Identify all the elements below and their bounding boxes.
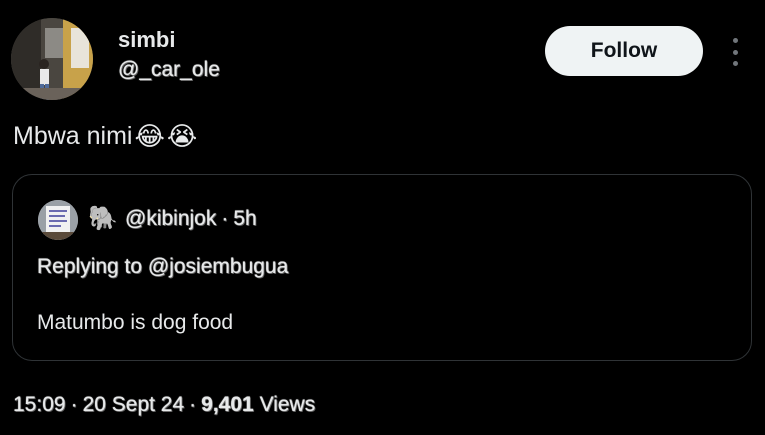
- quoted-time: 5h: [233, 207, 257, 230]
- author-handle[interactable]: @_car_ole: [118, 58, 220, 82]
- elephant-emoji: 🐘: [88, 204, 118, 232]
- tweet-date[interactable]: 20 Sept 24: [83, 393, 185, 416]
- replying-to[interactable]: Replying to @josiembugua: [37, 255, 288, 279]
- quoted-tweet[interactable]: 🐘 @kibinjok · 5h Replying to @josiembugua …: [12, 174, 752, 361]
- quoted-author-avatar[interactable]: [38, 200, 78, 240]
- author-avatar[interactable]: [11, 18, 93, 100]
- views-label: Views: [259, 393, 316, 416]
- laughing-emoji: 😂: [134, 121, 165, 152]
- dot-separator: ·: [221, 207, 229, 230]
- crying-emoji: 😭: [166, 121, 198, 152]
- quoted-author-line: @kibinjok · 5h: [125, 207, 257, 231]
- quoted-author-handle[interactable]: @kibinjok: [125, 207, 216, 230]
- tweet-body: Mbwa nimi: [13, 122, 133, 150]
- quoted-avatar-photo-icon: [38, 200, 78, 240]
- author-name[interactable]: simbi: [118, 27, 175, 53]
- meta-separator: ·: [70, 393, 78, 416]
- avatar-photo-icon: [11, 18, 93, 100]
- tweet-meta: 15:09 · 20 Sept 24 · 9,401 Views: [13, 393, 315, 417]
- quoted-tweet-text: Matumbo is dog food: [37, 311, 234, 334]
- views-count: 9,401: [201, 393, 254, 416]
- follow-button[interactable]: Follow: [545, 26, 703, 76]
- tweet-text: Mbwa nimi 😂 😭: [13, 122, 197, 151]
- more-vertical-icon[interactable]: [727, 38, 743, 66]
- meta-separator: ·: [189, 393, 197, 416]
- tweet-time[interactable]: 15:09: [13, 393, 66, 416]
